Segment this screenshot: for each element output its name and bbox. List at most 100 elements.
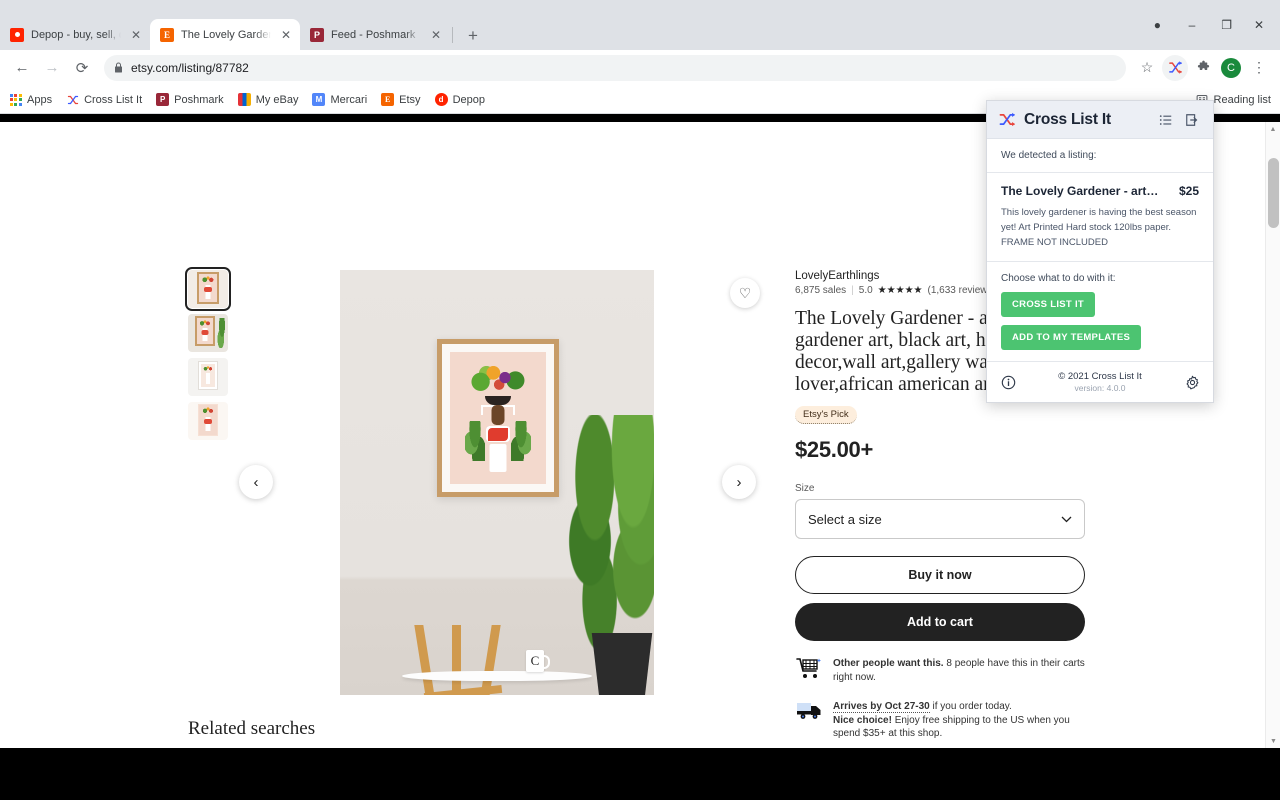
arrival-rest: if you order today. — [929, 701, 1012, 712]
close-icon[interactable]: ✕ — [428, 27, 444, 43]
thumbnail-3[interactable] — [188, 358, 228, 396]
tab-title: The Lovely Gardener Art Print Ga — [181, 28, 271, 41]
cross-list-it-extension-icon[interactable] — [1162, 54, 1188, 81]
maximize-button[interactable]: ❐ — [1209, 0, 1244, 50]
thumbnail-2[interactable] — [188, 314, 228, 352]
copyright-text: © 2021 Cross List It — [1058, 371, 1142, 382]
extension-header: Cross List It — [987, 101, 1213, 139]
scroll-down-arrow-icon[interactable]: ▼ — [1266, 734, 1280, 748]
detected-listing-label-section: We detected a listing: — [987, 139, 1213, 173]
poshmark-favicon: P — [310, 27, 324, 42]
new-tab-button[interactable]: + — [459, 22, 487, 50]
cart-demand-info: Other people want this. 8 people have th… — [795, 657, 1085, 684]
info-icon[interactable] — [999, 373, 1017, 391]
size-label: Size — [795, 483, 815, 494]
browser-tab-depop[interactable]: Depop - buy, sell, discover uniqu ✕ — [0, 19, 150, 50]
tab-divider — [452, 26, 453, 43]
shipping-info: Arrives by Oct 27-30 if you order today.… — [795, 700, 1085, 741]
address-bar[interactable]: etsy.com/listing/87782 — [104, 54, 1126, 81]
cart-demand-text: Other people want this. 8 people have th… — [833, 657, 1085, 684]
browser-tab-poshmark[interactable]: P Feed - Poshmark ✕ — [300, 19, 450, 50]
cart-demand-bold: Other people want this. — [833, 658, 944, 669]
rating-stars: ★★★★★ — [877, 285, 923, 296]
login-export-icon[interactable] — [1183, 111, 1201, 129]
bookmark-my-ebay[interactable]: My eBay — [237, 93, 299, 106]
chevron-down-icon — [1061, 516, 1072, 523]
size-select-value: Select a size — [808, 511, 882, 527]
bookmark-apps[interactable]: Apps — [9, 93, 52, 106]
coffee-table — [402, 671, 592, 681]
close-icon[interactable]: ✕ — [128, 27, 144, 43]
minimize-button[interactable]: – — [1175, 0, 1210, 50]
add-to-my-templates-button[interactable]: ADD TO MY TEMPLATES — [1001, 325, 1142, 350]
close-icon[interactable]: ✕ — [278, 27, 294, 43]
detected-listing-title: The Lovely Gardener - art… — [1001, 184, 1159, 198]
version-text: version: 4.0.0 — [1074, 383, 1126, 393]
thumbnail-4[interactable] — [188, 402, 228, 440]
back-icon[interactable]: ← — [8, 54, 36, 82]
extension-title: Cross List It — [1024, 110, 1111, 128]
shuffle-icon — [999, 111, 1016, 128]
avatar[interactable]: C — [1218, 55, 1244, 81]
browser-toolbar: ← → ⟳ etsy.com/listing/87782 ☆ C ⋮ — [0, 50, 1280, 86]
bookmark-label: Poshmark — [174, 93, 224, 106]
browser-tab-etsy[interactable]: E The Lovely Gardener Art Print Ga ✕ — [150, 19, 300, 50]
thumbnail-1[interactable] — [185, 267, 231, 311]
detected-listing-card[interactable]: The Lovely Gardener - art… $25 This love… — [987, 173, 1213, 262]
close-window-button[interactable]: ✕ — [1244, 0, 1280, 50]
extensions-puzzle-icon[interactable] — [1190, 55, 1216, 81]
next-image-button[interactable]: › — [722, 465, 756, 499]
reading-list-label: Reading list — [1213, 93, 1271, 106]
actions-section: Choose what to do with it: CROSS LIST IT… — [987, 262, 1213, 362]
bookmark-poshmark[interactable]: P Poshmark — [156, 93, 224, 106]
size-select[interactable]: Select a size — [795, 499, 1085, 539]
lock-icon — [114, 62, 123, 73]
cross-list-it-button[interactable]: CROSS LIST IT — [1001, 292, 1095, 317]
gear-icon[interactable] — [1183, 373, 1201, 391]
framed-art-print — [437, 339, 559, 497]
bookmark-label: Etsy — [399, 93, 421, 106]
profile-indicator-icon[interactable]: ● — [1140, 0, 1175, 50]
window-controls: ● – ❐ ✕ — [1140, 0, 1280, 50]
mug: C — [526, 650, 550, 672]
chrome-menu-icon[interactable]: ⋮ — [1246, 55, 1272, 81]
copyright-block: © 2021 Cross List It version: 4.0.0 — [1017, 371, 1183, 393]
tab-strip: Depop - buy, sell, discover uniqu ✕ E Th… — [0, 0, 1280, 50]
image-thumbnail-strip — [185, 267, 231, 440]
rating-value: 5.0 — [858, 285, 873, 296]
free-shipping-bold: Nice choice! — [833, 714, 892, 726]
bookmark-mercari[interactable]: M Mercari — [312, 93, 367, 106]
meta-divider: | — [851, 285, 854, 296]
depop-icon: d — [434, 93, 448, 106]
poshmark-icon: P — [156, 93, 170, 106]
shipping-text: Arrives by Oct 27-30 if you order today.… — [833, 700, 1085, 741]
buy-it-now-button[interactable]: Buy it now — [795, 556, 1085, 594]
bookmark-cross-list-it[interactable]: Cross List It — [66, 93, 142, 106]
reload-icon[interactable]: ⟳ — [68, 54, 96, 82]
cross-list-it-popup: Cross List It We detected a listing: The… — [986, 100, 1214, 403]
previous-image-button[interactable]: ‹ — [239, 465, 273, 499]
forward-icon[interactable]: → — [38, 54, 66, 82]
main-product-image[interactable]: C — [340, 270, 654, 695]
cross-list-it-icon — [66, 93, 79, 106]
add-to-cart-button[interactable]: Add to cart — [795, 603, 1085, 641]
favorite-heart-button[interactable]: ♡ — [730, 278, 760, 308]
mercari-icon: M — [312, 93, 326, 106]
depop-favicon — [10, 27, 24, 42]
shop-sales: 6,875 sales — [795, 285, 847, 296]
page-scrollbar[interactable]: ▲ ▼ — [1265, 122, 1280, 748]
status-badge: Etsy's Pick — [795, 406, 857, 424]
tabs-row: Depop - buy, sell, discover uniqu ✕ E Th… — [0, 19, 487, 50]
bookmark-label: My eBay — [255, 93, 299, 106]
scrollbar-thumb[interactable] — [1268, 158, 1279, 228]
bookmark-label: Apps — [27, 93, 53, 106]
bookmark-etsy[interactable]: E Etsy — [381, 93, 421, 106]
extension-footer: © 2021 Cross List It version: 4.0.0 — [987, 362, 1213, 402]
bookmark-depop[interactable]: d Depop — [434, 93, 485, 106]
bookmark-star-icon[interactable]: ☆ — [1134, 55, 1160, 81]
list-view-icon[interactable] — [1157, 111, 1175, 129]
tab-title: Depop - buy, sell, discover uniqu — [31, 28, 121, 41]
detected-listing-price: $25 — [1178, 184, 1199, 198]
scroll-up-arrow-icon[interactable]: ▲ — [1266, 122, 1280, 136]
shopping-cart-icon — [795, 657, 823, 679]
